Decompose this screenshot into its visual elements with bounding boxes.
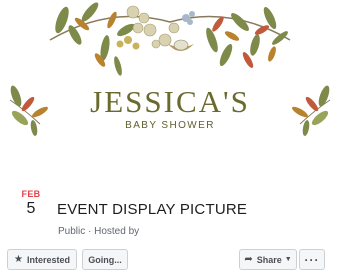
cover-subtitle: BABY SHOWER <box>125 120 215 131</box>
event-date-month: FEB <box>21 189 41 199</box>
cover-title: JESSICA'S <box>90 84 250 119</box>
interested-button[interactable]: ★ Interested <box>7 249 77 270</box>
more-options-button[interactable]: ··· <box>299 249 325 270</box>
star-icon: ★ <box>14 254 23 265</box>
event-title: EVENT DISPLAY PICTURE <box>57 201 248 218</box>
event-cover-image[interactable]: JESSICA'S BABY SHOWER <box>0 0 340 150</box>
going-button[interactable]: Going... <box>82 249 128 270</box>
share-label: Share <box>256 254 282 265</box>
interested-label: Interested <box>26 254 70 265</box>
caret-down-icon: ▼ <box>284 256 292 263</box>
event-date-day: 5 <box>26 200 36 217</box>
more-options-label: ··· <box>304 252 320 267</box>
going-label: Going... <box>88 254 122 265</box>
event-privacy-host[interactable]: Public · Hosted by <box>58 226 139 237</box>
share-arrow-icon: ➦ <box>244 254 253 265</box>
share-button[interactable]: ➦ Share ▼ <box>239 249 297 270</box>
